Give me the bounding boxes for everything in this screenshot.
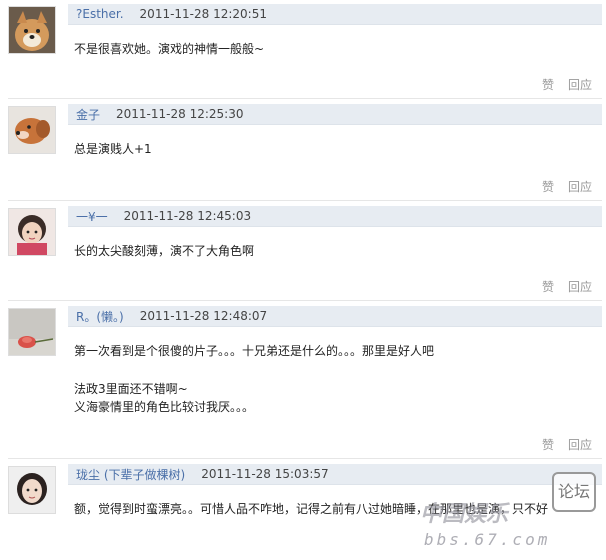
avatar-dog[interactable] xyxy=(8,106,56,154)
username-link[interactable]: ?Esther. xyxy=(76,7,124,21)
comment-text: 不是很喜欢她。演戏的神情一般般~ xyxy=(74,40,598,58)
avatar-girl[interactable] xyxy=(8,208,56,256)
comment-line: 额，觉得到时蛮漂亮。。可惜人品不咋地，记得之前有八过她暗睡，在那里也是演，只不好 xyxy=(74,502,549,516)
divider xyxy=(8,98,602,99)
username-link[interactable]: R。(懒。) xyxy=(76,308,124,325)
avatar-flower[interactable] xyxy=(8,308,56,356)
comment-text: 总是演贱人+1 xyxy=(74,140,598,158)
comment-actions: 赞 回应 xyxy=(542,278,592,295)
comment-actions: 赞 回应 xyxy=(542,178,592,195)
username-link[interactable]: 金子 xyxy=(76,106,100,123)
flower-avatar-icon xyxy=(9,309,55,355)
comment-time: 2011-11-28 12:48:07 xyxy=(139,309,268,323)
reply-button[interactable]: 回应 xyxy=(568,436,592,453)
reply-button[interactable]: 回应 xyxy=(568,178,592,195)
avatar-dog[interactable] xyxy=(8,6,56,54)
comment-header: 金子 2011-11-28 12:25:30 xyxy=(68,104,602,125)
comment-header: 珑尘 (下辈子做棵树) 2011-11-28 15:03:57 xyxy=(68,464,602,485)
like-button[interactable]: 赞 xyxy=(542,178,554,195)
reply-button[interactable]: 回应 xyxy=(568,76,592,93)
comment-header: ?Esther. 2011-11-28 12:20:51 xyxy=(68,4,602,25)
comment-line: 法政3里面还不错啊~ xyxy=(74,382,188,396)
divider xyxy=(8,458,602,459)
like-button[interactable]: 赞 xyxy=(542,76,554,93)
like-button[interactable]: 赞 xyxy=(542,278,554,295)
comment-item: 珑尘 (下辈子做棵树) 2011-11-28 15:03:57 额，觉得到时蛮漂… xyxy=(0,460,606,560)
dog-avatar-icon xyxy=(9,7,55,53)
comment-header: R。(懒。) 2011-11-28 12:48:07 xyxy=(68,306,602,327)
comment-line: 义海豪情里的角色比较讨我厌。。。 xyxy=(74,400,255,414)
username-link[interactable]: 一¥一 xyxy=(76,208,108,225)
comment-time: 2011-11-28 15:03:57 xyxy=(201,467,329,481)
comment-item: 一¥一 2011-11-28 12:45:03 长的太尖酸刻薄，演不了大角色啊 … xyxy=(0,202,606,302)
comment-actions: 赞 回应 xyxy=(542,436,592,453)
like-button[interactable]: 赞 xyxy=(542,436,554,453)
comment-line: 第一次看到是个很傻的片子。。。十兄弟还是什么的。。。那里是好人吧 xyxy=(74,344,435,358)
comment-item: 金子 2011-11-28 12:25:30 总是演贱人+1 赞 回应 xyxy=(0,100,606,202)
comment-time: 2011-11-28 12:45:03 xyxy=(123,209,252,223)
comment-text: 第一次看到是个很傻的片子。。。十兄弟还是什么的。。。那里是好人吧 法政3里面还不… xyxy=(74,342,598,416)
comment-item: ?Esther. 2011-11-28 12:20:51 不是很喜欢她。演戏的神… xyxy=(0,0,606,100)
reply-button[interactable]: 回应 xyxy=(568,278,592,295)
comment-item: R。(懒。) 2011-11-28 12:48:07 第一次看到是个很傻的片子。… xyxy=(0,302,606,460)
comment-time: 2011-11-28 12:25:30 xyxy=(116,107,244,121)
dog-avatar-icon xyxy=(9,107,55,153)
comment-line: 长的太尖酸刻薄，演不了大角色啊 xyxy=(74,244,255,258)
comment-text: 长的太尖酸刻薄，演不了大角色啊 xyxy=(74,242,598,260)
comment-actions: 赞 回应 xyxy=(542,76,592,93)
comment-header: 一¥一 2011-11-28 12:45:03 xyxy=(68,206,602,227)
comment-line: 总是演贱人+1 xyxy=(74,142,152,156)
girl-avatar-icon xyxy=(9,467,55,513)
comment-line: 不是很喜欢她。演戏的神情一般般~ xyxy=(74,42,265,56)
username-link[interactable]: 珑尘 (下辈子做棵树) xyxy=(76,466,185,483)
comment-line xyxy=(74,360,598,378)
comment-time: 2011-11-28 12:20:51 xyxy=(139,7,267,21)
avatar-girl-2[interactable] xyxy=(8,466,56,514)
comment-text: 额，觉得到时蛮漂亮。。可惜人品不咋地，记得之前有八过她暗睡，在那里也是演，只不好 xyxy=(74,500,604,518)
divider xyxy=(8,300,602,301)
divider xyxy=(8,200,602,201)
girl-avatar-icon xyxy=(9,209,55,255)
